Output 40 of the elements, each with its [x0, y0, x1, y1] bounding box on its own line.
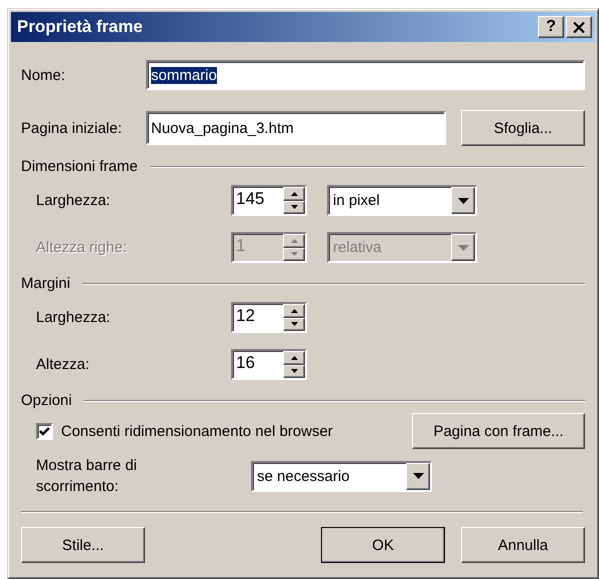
window-title: Proprietà frame	[17, 17, 144, 37]
name-field[interactable]: sommario	[146, 60, 585, 90]
dropdown-arrow-icon	[412, 473, 424, 479]
section-heading: Opzioni	[21, 392, 73, 409]
dialog-button[interactable]: Annulla	[461, 527, 585, 563]
browse-button[interactable]: Sfoglia...	[461, 110, 585, 146]
dialog-button[interactable]: Stile...	[21, 527, 145, 563]
down-arrow-icon	[290, 205, 298, 210]
close-button[interactable]	[566, 16, 592, 38]
field-label: Larghezza:	[36, 309, 112, 326]
dropdown-arrow-icon	[458, 198, 468, 204]
up-arrow-icon	[290, 192, 298, 196]
close-icon	[573, 22, 585, 32]
down-arrow-icon	[290, 252, 298, 256]
field-label: Nome:	[21, 66, 66, 84]
frames-page-button[interactable]: Pagina con frame...	[412, 413, 585, 449]
down-arrow-icon	[290, 369, 298, 374]
section-heading: Dimensioni frame	[21, 158, 139, 175]
field-label: Mostra barre di scorrimento:	[36, 456, 138, 497]
checkmark-icon	[39, 426, 50, 436]
field-label: Larghezza:	[36, 192, 112, 209]
dialog-button[interactable]: OK	[321, 527, 445, 563]
checkbox[interactable]	[36, 422, 53, 440]
field-label: Pagina iniziale:	[21, 120, 123, 136]
down-arrow-icon	[290, 322, 298, 326]
field-label: Altezza:	[36, 356, 90, 373]
up-arrow-icon	[290, 356, 298, 360]
section-heading: Margini	[21, 275, 72, 292]
dropdown[interactable]: se necessario	[251, 460, 432, 492]
help-button[interactable]: ?	[538, 16, 564, 38]
spin-field[interactable]: 145	[231, 185, 307, 216]
up-arrow-icon	[290, 308, 298, 313]
checkbox-label: Consenti ridimensionamento nel browser	[61, 422, 333, 440]
dropdown[interactable]: in pixel	[327, 185, 477, 216]
spin-field[interactable]: 12	[231, 302, 307, 333]
dropdown-arrow-icon	[458, 244, 468, 250]
up-arrow-icon	[290, 238, 298, 243]
spin-field[interactable]: 16	[231, 349, 307, 380]
page-field[interactable]: Nuova_pagina_3.htm	[146, 111, 446, 145]
field-label: Altezza righe:	[36, 239, 128, 256]
